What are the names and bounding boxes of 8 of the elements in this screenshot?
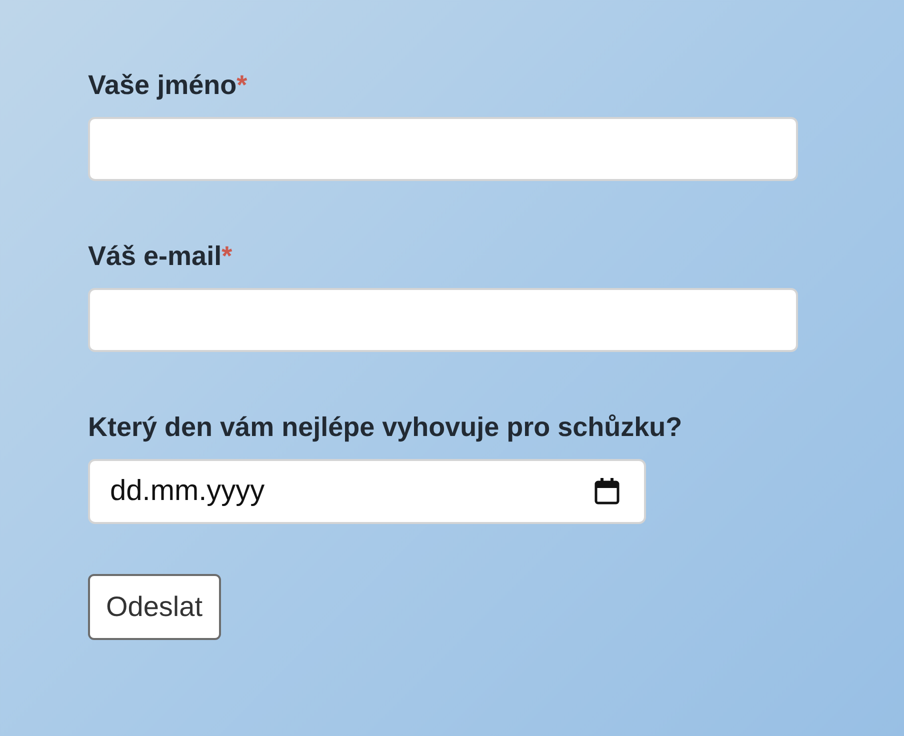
input-field[interactable]	[88, 117, 798, 181]
calendar-icon[interactable]	[594, 477, 620, 505]
field-label: Vaše jméno*	[88, 69, 248, 101]
date-field[interactable]: dd.mm.yyyy	[88, 459, 646, 524]
submit-button[interactable]: Odeslat	[88, 574, 220, 640]
input-field[interactable]	[88, 288, 798, 352]
field-label: Váš e-mail*	[88, 240, 232, 272]
field-label: Který den vám nejlépe vyhovuje pro schůzku?	[88, 411, 682, 443]
